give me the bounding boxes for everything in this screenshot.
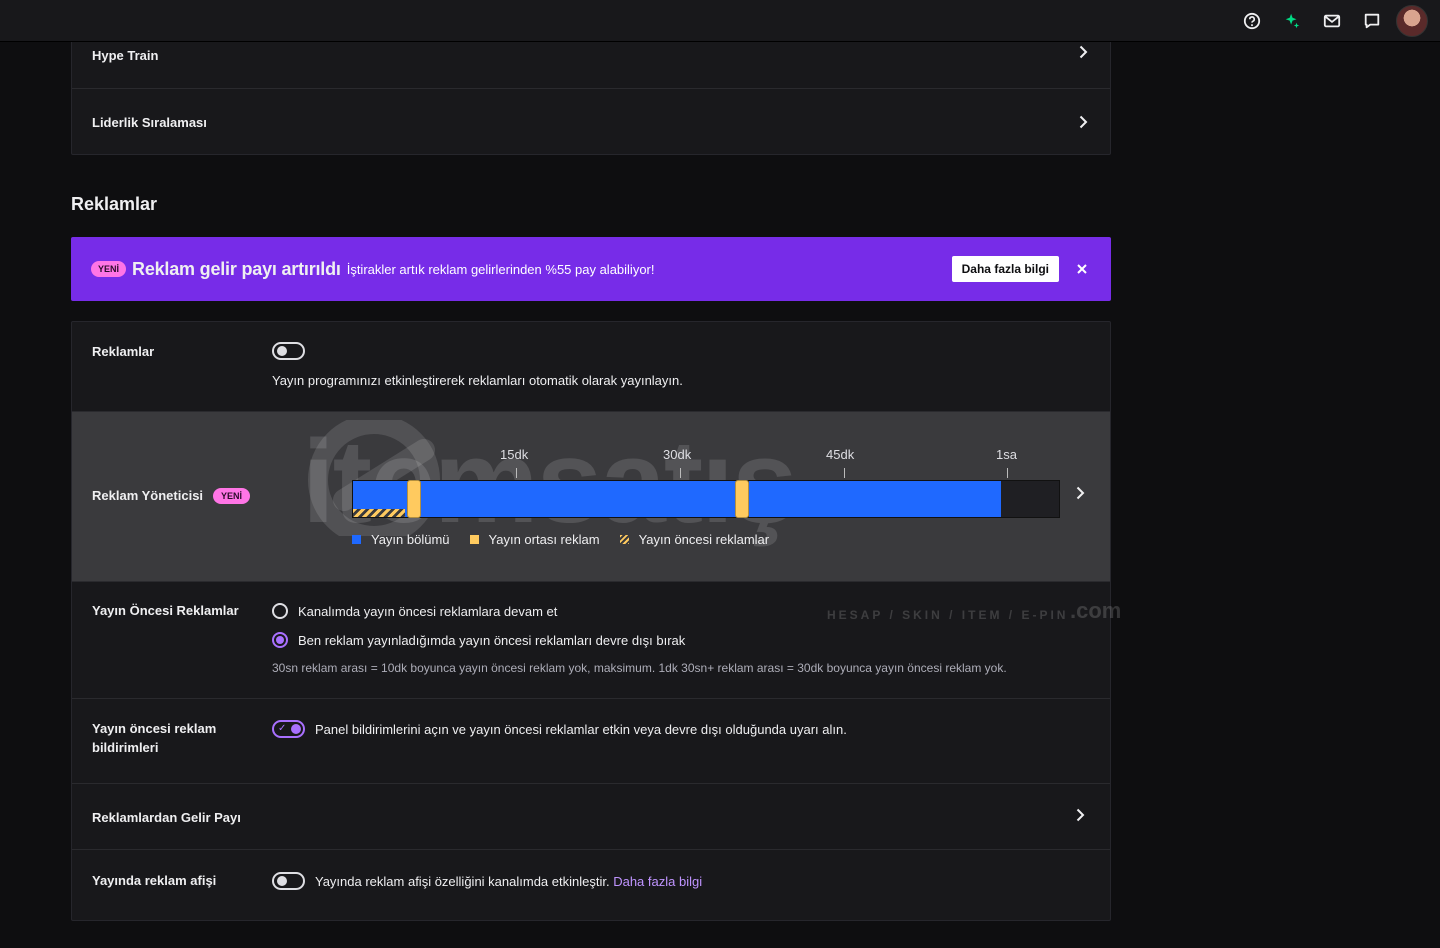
revenue-share-label: Reklamlardan Gelir Payı <box>92 810 241 825</box>
chevron-right-icon <box>1076 808 1085 822</box>
ads-toggle-row: Reklamlar Yayın programınızı etkinleştir… <box>72 322 1110 412</box>
ads-settings-card: Reklamlar Yayın programınızı etkinleştir… <box>71 321 1121 921</box>
hype-train-label: Hype Train <box>92 48 159 63</box>
new-badge: YENİ <box>213 488 251 504</box>
ads-toggle-description: Yayın programınızı etkinleştirerek rekla… <box>272 373 683 388</box>
preroll-helper-text: 30sn reklam arası = 10dk boyunca yayın ö… <box>272 661 1007 675</box>
chevron-right-icon[interactable] <box>1073 486 1087 500</box>
whispers-icon[interactable] <box>1352 4 1392 38</box>
crown-sparkle-icon[interactable] <box>1272 4 1312 38</box>
radio-button-selected[interactable] <box>272 632 288 648</box>
tick-mark <box>1007 468 1008 478</box>
revenue-share-row[interactable]: Reklamlardan Gelir Payı <box>72 784 1110 850</box>
chevron-right-icon <box>1079 45 1088 59</box>
ad-poster-label: Yayında reklam afişi <box>92 873 217 888</box>
banner-text: İştirakler artık reklam gelirlerinden %5… <box>346 261 655 277</box>
midroll-ad-handle[interactable] <box>735 480 749 518</box>
ad-manager-label: Reklam Yöneticisi YENİ <box>92 486 251 506</box>
tick-mark <box>516 468 517 478</box>
ad-poster-row: Yayında reklam afişi Yayında reklam afiş… <box>72 850 1110 920</box>
preroll-notifications-row: Yayın öncesi reklam bildirimleri ✓ Panel… <box>72 699 1110 784</box>
new-badge: YENİ <box>91 261 127 277</box>
ad-poster-toggle[interactable] <box>272 872 305 890</box>
ad-manager-title: Reklam Yöneticisi <box>92 488 204 503</box>
tick-30dk: 30dk <box>663 447 692 462</box>
stream-segment <box>749 481 1001 517</box>
close-icon <box>1077 264 1087 274</box>
preroll-label: Yayın Öncesi Reklamlar <box>92 603 239 618</box>
ad-schedule-timeline[interactable] <box>352 480 1060 518</box>
preroll-option-continue[interactable]: Kanalımda yayın öncesi reklamlara devam … <box>272 601 1007 621</box>
top-navigation-bar <box>0 0 1440 42</box>
help-icon[interactable] <box>1232 4 1272 38</box>
ads-toggle[interactable] <box>272 342 305 360</box>
user-avatar-button[interactable] <box>1392 4 1432 38</box>
preroll-option-disable[interactable]: Ben reklam yayınladığımda yayın öncesi r… <box>272 630 1007 650</box>
ad-manager-row: itemsatış HESAP / SKIN / ITEM / E-PIN .c… <box>72 412 1121 623</box>
ads-toggle-label: Reklamlar <box>92 344 155 359</box>
stream-segment <box>419 481 737 517</box>
tick-15dk: 15dk <box>500 447 529 462</box>
tick-45dk: 45dk <box>826 447 855 462</box>
legend-item-midroll: Yayın ortası reklam <box>469 532 600 547</box>
tick-1sa: 1sa <box>996 447 1017 462</box>
ad-poster-learn-more-link[interactable]: Daha fazla bilgi <box>613 874 702 889</box>
avatar <box>1396 4 1428 37</box>
legend-item-preroll: Yayın öncesi reklamlar <box>619 532 769 547</box>
leaderboard-label: Liderlik Sıralaması <box>92 114 207 130</box>
preroll-segment <box>353 509 405 517</box>
chevron-right-icon <box>1079 115 1088 129</box>
inbox-icon[interactable] <box>1312 4 1352 38</box>
ad-poster-description: Yayında reklam afişi özelliğini kanalımd… <box>315 873 610 889</box>
preroll-notifications-label: Yayın öncesi reklam bildirimleri <box>92 721 217 755</box>
section-title-ads: Reklamlar <box>71 194 158 214</box>
banner-title: Reklam gelir payı artırıldı <box>132 258 341 279</box>
revenue-share-banner: YENİ Reklam gelir payı artırıldı İştirak… <box>71 237 1111 301</box>
close-banner-button[interactable] <box>1073 260 1091 278</box>
timeline-legend: Yayın bölümü Yayın ortası reklam Yayın ö… <box>352 532 769 547</box>
watermark-logo <box>308 420 440 536</box>
preroll-row: Yayın Öncesi Reklamlar Kanalımda yayın ö… <box>72 582 1110 699</box>
legend-item-stream: Yayın bölümü <box>352 532 450 547</box>
leaderboard-row[interactable]: Liderlik Sıralaması <box>72 89 1110 155</box>
preroll-notifications-toggle[interactable]: ✓ <box>272 720 305 738</box>
tick-mark <box>844 468 845 478</box>
preroll-notifications-description: Panel bildirimlerini açın ve yayın önces… <box>315 721 847 737</box>
tick-mark <box>680 468 681 478</box>
midroll-ad-handle[interactable] <box>407 480 421 518</box>
learn-more-button[interactable]: Daha fazla bilgi <box>951 256 1059 282</box>
radio-button[interactable] <box>272 603 288 619</box>
